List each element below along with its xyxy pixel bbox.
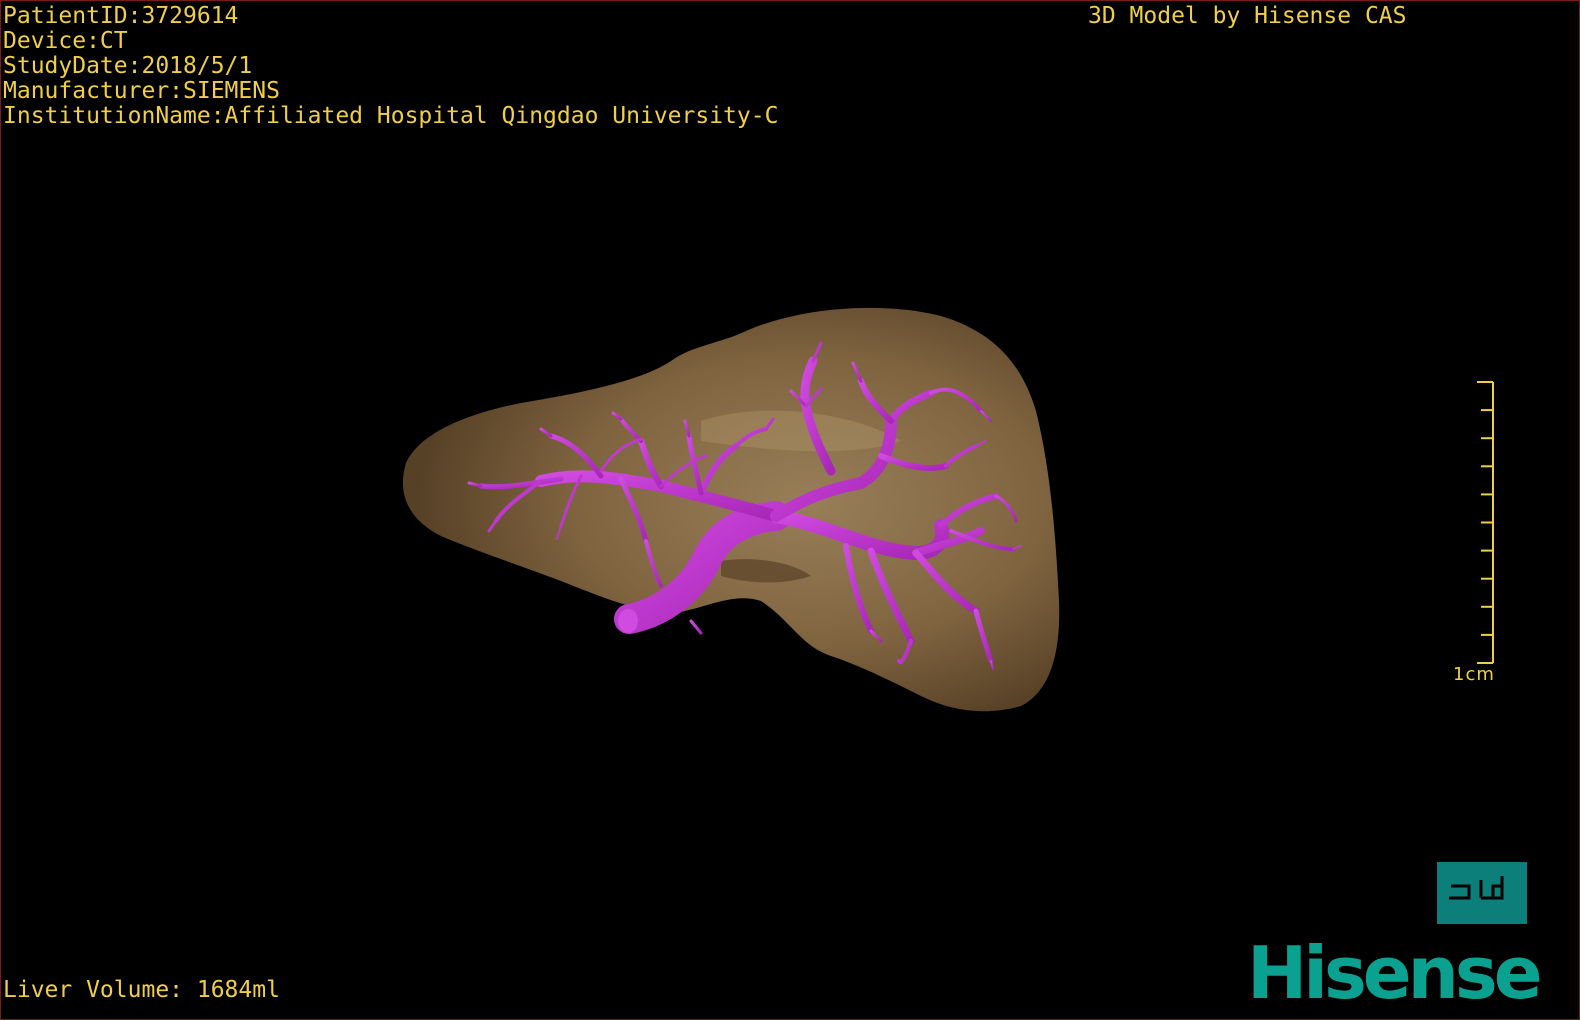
hisense-logo: Hisense <box>1247 931 1543 1015</box>
scale-label: 1cm <box>1453 664 1495 685</box>
liver-volume: Liver Volume: 1684ml <box>3 977 280 1003</box>
device: Device:CT <box>3 28 128 54</box>
orientation-face-glyph <box>1449 876 1504 900</box>
scale-bar <box>1477 381 1494 664</box>
model-credit: 3D Model by Hisense CAS <box>1088 3 1407 29</box>
study-date: StudyDate:2018/5/1 <box>3 53 253 79</box>
patient-id: PatientID:3729614 <box>3 3 239 29</box>
liver-3d-model[interactable] <box>1 1 1580 1020</box>
scale-ticks <box>1477 381 1493 664</box>
orientation-cube-icon[interactable] <box>1437 862 1527 924</box>
institution-name: InstitutionName:Affiliated Hospital Qing… <box>3 103 779 129</box>
3d-viewport[interactable]: PatientID:3729614 Device:CT StudyDate:20… <box>0 0 1580 1020</box>
manufacturer: Manufacturer:SIEMENS <box>3 78 280 104</box>
